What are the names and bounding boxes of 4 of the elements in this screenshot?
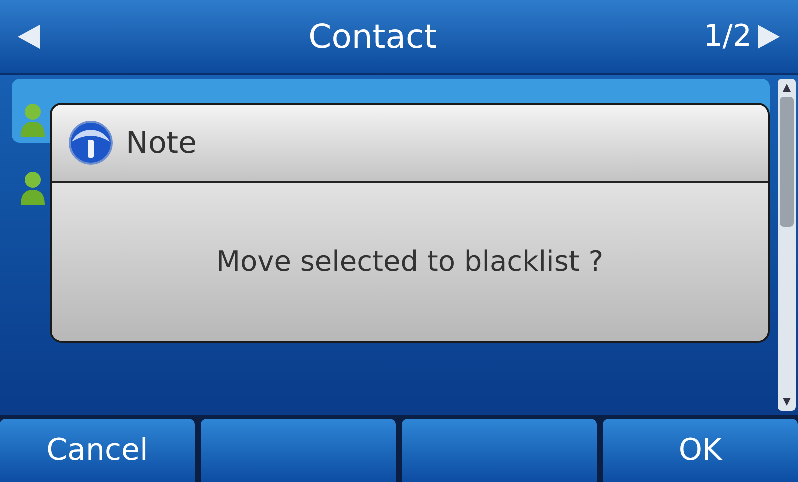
- dialog-title: Note: [126, 124, 198, 162]
- screen-title: Contact: [308, 16, 438, 58]
- page-indicator: 1/2: [704, 18, 752, 56]
- dialog-message: Move selected to blacklist ?: [216, 244, 604, 280]
